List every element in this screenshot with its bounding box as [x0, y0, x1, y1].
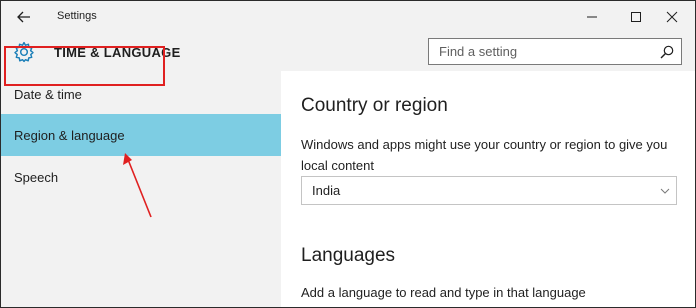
- sidebar: Date & time Region & language Speech: [1, 71, 281, 307]
- back-arrow-icon: [17, 11, 30, 23]
- search-button[interactable]: [657, 42, 677, 62]
- sidebar-item-date-time[interactable]: Date & time: [1, 73, 281, 115]
- country-select[interactable]: India: [301, 176, 677, 205]
- settings-window: Settings TIME & LANGUAGE Find a setting …: [0, 0, 696, 308]
- country-select-value: India: [312, 183, 341, 198]
- back-button[interactable]: [9, 5, 39, 29]
- chevron-down-icon: [660, 188, 670, 194]
- gear-icon: [14, 41, 34, 63]
- sidebar-item-label: Date & time: [14, 86, 82, 102]
- languages-heading: Languages: [301, 245, 396, 266]
- main-content: Country or region Windows and apps might…: [281, 71, 695, 307]
- country-description: Windows and apps might use your country …: [301, 137, 668, 173]
- maximize-icon: [631, 12, 641, 22]
- page-header: TIME & LANGUAGE: [1, 33, 695, 71]
- minimize-button[interactable]: [569, 1, 615, 33]
- sidebar-item-label: Speech: [14, 169, 59, 185]
- close-icon: [666, 11, 678, 23]
- app-title: Settings: [57, 10, 97, 22]
- country-heading: Country or region: [301, 95, 448, 116]
- search-icon: [660, 45, 674, 59]
- sidebar-item-label: Region & language: [14, 127, 125, 143]
- search-box: [428, 38, 682, 65]
- languages-description: Add a language to read and type in that …: [301, 285, 586, 300]
- sidebar-item-speech[interactable]: Speech: [1, 156, 281, 198]
- minimize-icon: [587, 16, 597, 18]
- search-input[interactable]: [429, 39, 649, 64]
- close-button[interactable]: [649, 1, 695, 33]
- title-bar: Settings: [1, 1, 695, 33]
- page-title: TIME & LANGUAGE: [54, 45, 181, 60]
- sidebar-item-region-language[interactable]: Region & language: [1, 114, 281, 156]
